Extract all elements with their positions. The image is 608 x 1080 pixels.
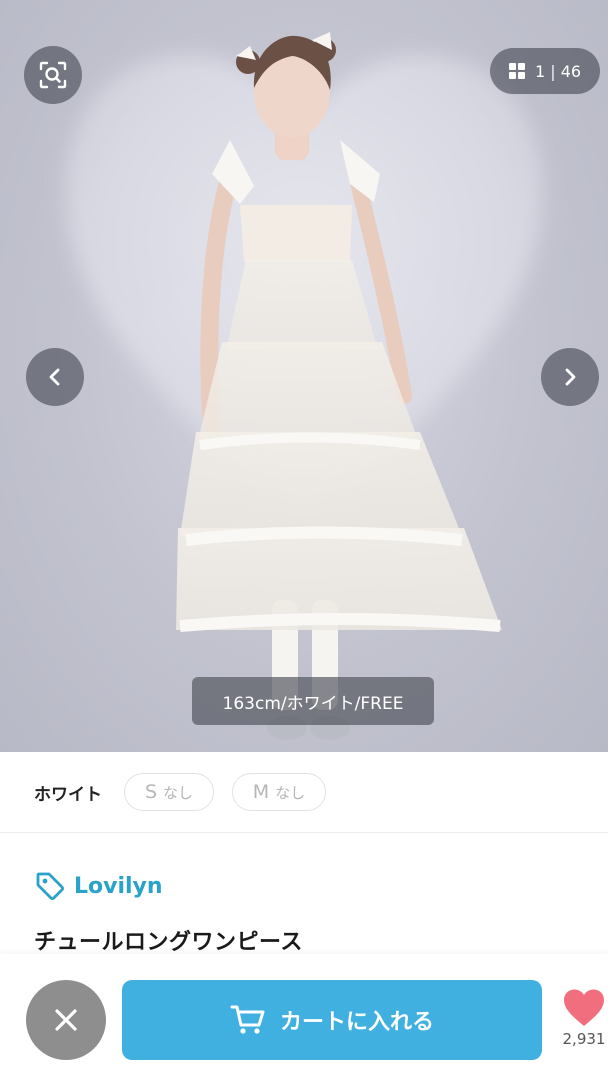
image-counter-button[interactable]: 1 | 46 — [490, 48, 600, 94]
brand-name: Lovilyn — [74, 873, 163, 899]
grid-icon — [508, 63, 525, 79]
variant-selector: ホワイト S なし M なし — [0, 752, 608, 833]
close-button[interactable] — [26, 980, 106, 1060]
bottom-action-bar: カートに入れる 2,931 — [0, 954, 608, 1080]
image-counter-current: 1 — [534, 61, 546, 81]
brand-link[interactable]: Lovilyn — [34, 870, 163, 902]
add-to-cart-label: カートに入れる — [279, 1010, 434, 1035]
cart-icon — [230, 1005, 265, 1034]
size-chip-m[interactable]: M なし — [232, 773, 326, 811]
stock-status: なし — [163, 783, 194, 802]
model-photo — [176, 32, 502, 740]
like-button[interactable]: 2,931 — [556, 988, 608, 1048]
image-counter-total: 46 — [560, 61, 582, 81]
stock-status: なし — [275, 783, 306, 802]
close-icon — [55, 1009, 77, 1031]
color-label: ホワイト — [34, 785, 102, 805]
image-counter: 1 | 46 — [535, 62, 581, 81]
heart-icon — [564, 989, 604, 1026]
product-title: チュールロングワンピース — [34, 930, 303, 955]
chevron-right-icon — [565, 368, 576, 386]
size-label: S — [144, 781, 158, 803]
like-count: 2,931 — [562, 1030, 606, 1048]
tag-icon — [36, 872, 64, 900]
chevron-left-icon — [49, 368, 60, 386]
size-chip-s[interactable]: S なし — [124, 773, 214, 811]
previous-image-button[interactable] — [26, 348, 84, 406]
image-search-button[interactable] — [24, 46, 82, 104]
product-image-carousel[interactable]: 1 | 46 163cm/ホワイト/FREE — [0, 0, 608, 752]
image-caption: 163cm/ホワイト/FREE — [192, 677, 434, 725]
add-to-cart-button[interactable]: カートに入れる — [122, 980, 542, 1060]
image-search-icon — [39, 61, 67, 89]
next-image-button[interactable] — [541, 348, 599, 406]
image-counter-separator: | — [550, 61, 556, 81]
size-label: M — [252, 781, 270, 803]
